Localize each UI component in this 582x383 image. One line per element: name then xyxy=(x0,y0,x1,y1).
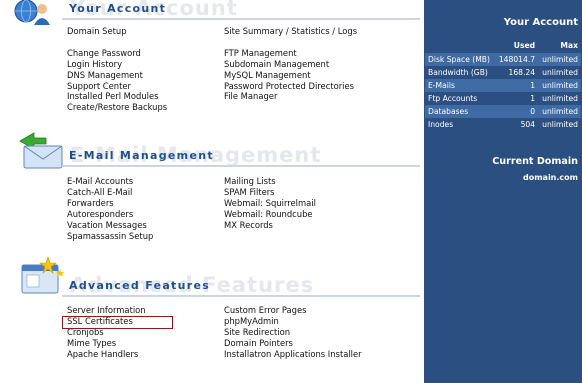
link-change-password[interactable]: Change Password xyxy=(67,48,167,59)
link-site-summary[interactable]: Site Summary / Statistics / Logs xyxy=(224,26,357,37)
link-catch-all-email[interactable]: Catch-All E-Mail xyxy=(67,187,153,198)
table-row: Bandwidth (GB) 168.24 unlimited xyxy=(425,66,581,79)
usage-used: 1 xyxy=(494,92,539,105)
link-server-information[interactable]: Server Information xyxy=(67,305,146,316)
table-row: Ftp Accounts 1 unlimited xyxy=(425,92,581,105)
usage-used: 168.24 xyxy=(494,66,539,79)
link-support-center[interactable]: Support Center xyxy=(67,81,167,92)
table-row: Disk Space (MB) 148014.7 unlimited xyxy=(425,53,581,66)
link-mime-types[interactable]: Mime Types xyxy=(67,338,146,349)
ssl-highlight-box xyxy=(62,316,173,329)
usage-max: unlimited xyxy=(538,118,581,131)
table-row: Inodes 504 unlimited xyxy=(425,118,581,131)
link-spam-filters[interactable]: SPAM Filters xyxy=(224,187,316,198)
email-title: E-Mail Management xyxy=(69,149,214,162)
link-login-history[interactable]: Login History xyxy=(67,59,167,70)
usage-max: unlimited xyxy=(538,66,581,79)
usage-label: Databases xyxy=(425,105,495,118)
link-autoresponders[interactable]: Autoresponders xyxy=(67,209,153,220)
usage-max: unlimited xyxy=(538,53,581,66)
usage-table: Used Max Disk Space (MB) 148014.7 unlimi… xyxy=(425,37,581,131)
link-phpmyadmin[interactable]: phpMyAdmin xyxy=(224,316,362,327)
usage-used: 148014.7 xyxy=(494,53,539,66)
usage-label: Ftp Accounts xyxy=(425,92,495,105)
usage-label: Disk Space (MB) xyxy=(425,53,495,66)
header-divider xyxy=(62,165,420,167)
advanced-col2: Custom Error Pages phpMyAdmin Site Redir… xyxy=(224,305,362,360)
email-col2: Mailing Lists SPAM Filters Webmail: Squi… xyxy=(224,176,316,231)
email-col1: E-Mail Accounts Catch-All E-Mail Forward… xyxy=(67,176,153,241)
link-mysql-management[interactable]: MySQL Management xyxy=(224,70,357,81)
link-file-manager[interactable]: File Manager xyxy=(224,91,357,102)
email-header: E-Mail Management E-Mail Management xyxy=(0,143,420,170)
link-dns-management[interactable]: DNS Management xyxy=(67,70,167,81)
link-create-restore-backups[interactable]: Create/Restore Backups xyxy=(67,102,167,113)
usage-used: 1 xyxy=(494,79,539,92)
link-vacation-messages[interactable]: Vacation Messages xyxy=(67,220,153,231)
usage-max: unlimited xyxy=(538,92,581,105)
header-divider xyxy=(62,295,420,297)
usage-max: unlimited xyxy=(538,105,581,118)
link-forwarders[interactable]: Forwarders xyxy=(67,198,153,209)
link-site-redirection[interactable]: Site Redirection xyxy=(224,327,362,338)
your-account-header: Your Account Your Account xyxy=(0,0,420,23)
sidebar-title: Your Account xyxy=(503,17,578,28)
link-email-accounts[interactable]: E-Mail Accounts xyxy=(67,176,153,187)
usage-used: 504 xyxy=(494,118,539,131)
usage-header-row: Used Max xyxy=(425,37,581,53)
link-installed-perl-modules[interactable]: Installed Perl Modules xyxy=(67,91,167,102)
your-account-col2: Site Summary / Statistics / Logs FTP Man… xyxy=(224,26,357,102)
header-divider xyxy=(62,18,420,20)
link-mailing-lists[interactable]: Mailing Lists xyxy=(224,176,316,187)
link-webmail-roundcube[interactable]: Webmail: Roundcube xyxy=(224,209,316,220)
link-subdomain-management[interactable]: Subdomain Management xyxy=(224,59,357,70)
table-row: E-Mails 1 unlimited xyxy=(425,79,581,92)
usage-header-label xyxy=(425,37,495,53)
main-panel: Your Account Your Account Domain Setup C… xyxy=(0,0,420,383)
link-domain-setup[interactable]: Domain Setup xyxy=(67,26,167,37)
table-row: Databases 0 unlimited xyxy=(425,105,581,118)
usage-label: Inodes xyxy=(425,118,495,131)
link-installatron[interactable]: Installatron Applications Installer xyxy=(224,349,362,360)
advanced-title: Advanced Features xyxy=(69,279,211,292)
link-ftp-management[interactable]: FTP Management xyxy=(224,48,357,59)
advanced-header: Advanced Features Advanced Features xyxy=(0,273,420,300)
link-mx-records[interactable]: MX Records xyxy=(224,220,316,231)
current-domain-link[interactable]: domain.com xyxy=(523,173,578,182)
link-spamassassin-setup[interactable]: Spamassassin Setup xyxy=(67,231,153,242)
usage-max: unlimited xyxy=(538,79,581,92)
your-account-col1: Domain Setup Change Password Login Histo… xyxy=(67,26,167,113)
link-custom-error-pages[interactable]: Custom Error Pages xyxy=(224,305,362,316)
your-account-title: Your Account xyxy=(69,2,167,15)
usage-used: 0 xyxy=(494,105,539,118)
link-webmail-squirrelmail[interactable]: Webmail: Squirrelmail xyxy=(224,198,316,209)
link-apache-handlers[interactable]: Apache Handlers xyxy=(67,349,146,360)
advanced-col1: Server Information SSL Certificates Cron… xyxy=(67,305,146,360)
usage-label: E-Mails xyxy=(425,79,495,92)
usage-label: Bandwidth (GB) xyxy=(425,66,495,79)
account-sidebar: Your Account Used Max Disk Space (MB) 14… xyxy=(424,0,582,383)
link-domain-pointers[interactable]: Domain Pointers xyxy=(224,338,362,349)
usage-header-used: Used xyxy=(513,40,536,50)
current-domain-title: Current Domain xyxy=(492,156,578,167)
usage-header-max: Max xyxy=(560,40,578,50)
link-password-protected-directories[interactable]: Password Protected Directories xyxy=(224,81,357,92)
